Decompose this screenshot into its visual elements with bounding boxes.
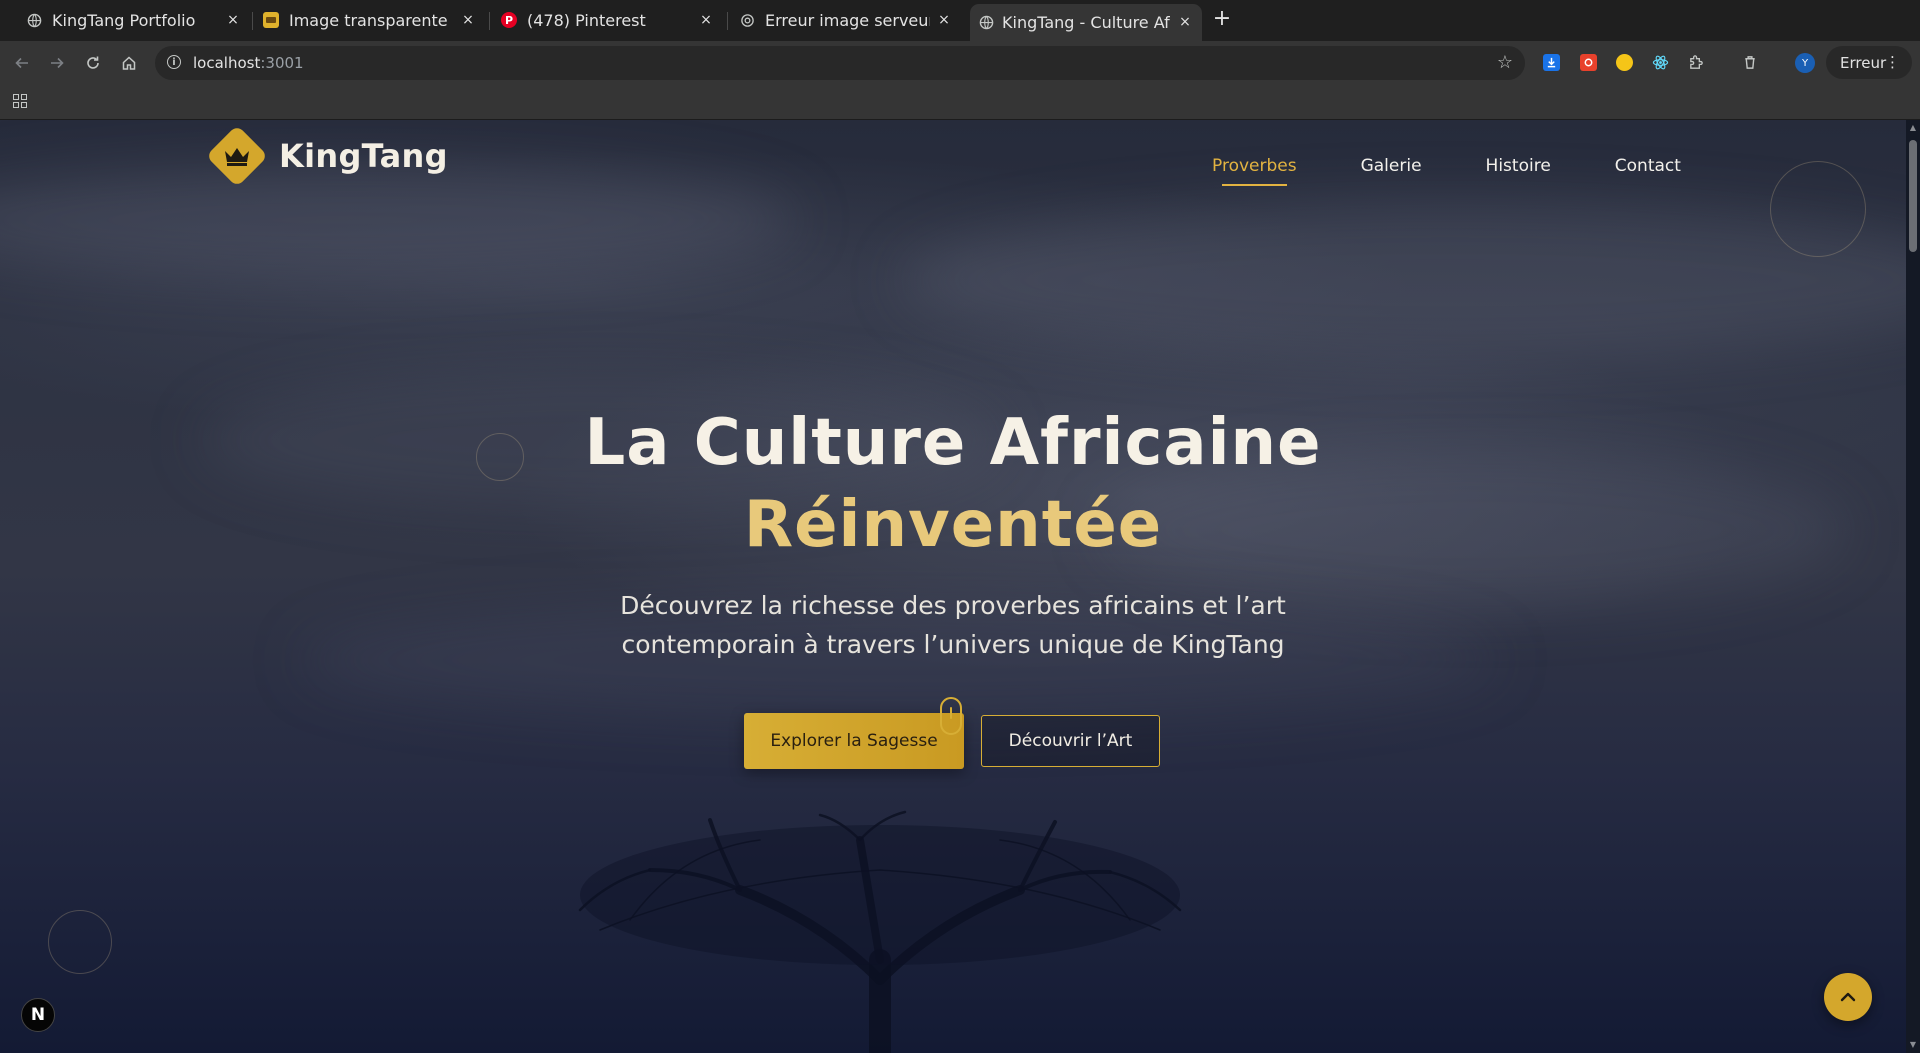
openai-icon [739,12,755,28]
scroll-indicator-icon [940,697,962,735]
brand-name: KingTang [279,137,448,175]
cloud-shape [900,200,1906,360]
nav-link-galerie[interactable]: Galerie [1361,156,1422,176]
close-icon[interactable]: × [224,11,242,29]
back-arrow-icon[interactable] [10,51,34,75]
tab-strip: KingTang Portfolio × Image transparente … [0,0,1920,41]
scroll-up-arrow-icon[interactable]: ▲ [1908,123,1918,133]
extensions-puzzle-icon[interactable] [1688,54,1705,71]
hero-title: La Culture Africaine [584,406,1322,480]
new-tab-button[interactable]: + [1211,8,1233,30]
close-icon[interactable]: × [1176,13,1194,31]
tab-kingtang-culture[interactable]: KingTang - Culture Afri × [970,4,1202,41]
bookmark-star-icon[interactable]: ☆ [1497,52,1513,73]
browser-toolbar: i localhost:3001 ☆ Y Erreur ⋮ [0,41,1920,84]
profile-avatar[interactable]: Y [1795,53,1815,73]
tab-separator [252,12,253,30]
site-nav: Proverbes Galerie Histoire Contact [1212,156,1745,186]
url-port: :3001 [260,54,304,72]
crown-icon [225,148,249,166]
logo-diamond [205,124,269,188]
tab-title: Image transparente : I [289,11,454,30]
nav-link-proverbes[interactable]: Proverbes [1212,156,1297,186]
decorative-ring [48,910,112,974]
scrollbar-thumb[interactable] [1909,140,1917,252]
react-devtools-icon[interactable] [1652,54,1669,71]
baobab-tree-silhouette [578,810,1182,1053]
apps-grid-icon[interactable] [13,94,27,108]
nav-link-histoire[interactable]: Histoire [1486,156,1551,176]
tab-erreur-image-serveur[interactable]: Erreur image serveur × [739,4,953,37]
discover-art-button[interactable]: Découvrir l’Art [981,715,1160,767]
tab-separator [489,12,490,30]
download-extension-icon[interactable] [1543,54,1560,71]
home-icon[interactable] [117,51,141,75]
close-icon[interactable]: × [935,11,953,29]
tab-title: KingTang Portfolio [52,11,196,30]
trash-icon[interactable] [1741,54,1758,71]
address-bar[interactable]: i localhost:3001 ☆ [155,46,1525,80]
explore-wisdom-button[interactable]: Explorer la Sagesse [744,713,964,769]
hero-title-accent: Réinventée [743,488,1163,562]
page-scrollbar[interactable]: ▲ ▼ [1906,120,1920,1053]
tab-title: Erreur image serveur [765,11,930,30]
tab-kingtang-portfolio[interactable]: KingTang Portfolio × [26,4,242,37]
scroll-down-arrow-icon[interactable]: ▼ [1908,1040,1918,1050]
ublock-extension-icon[interactable] [1580,54,1597,71]
site-logo[interactable]: KingTang [205,124,448,188]
tab-image-transparente[interactable]: Image transparente : I × [263,4,477,37]
bookmarks-bar [0,84,1920,120]
reload-icon[interactable] [81,51,105,75]
chevron-up-icon [1840,992,1856,1002]
site-favicon-icon [263,12,279,28]
pinterest-icon: P [501,12,517,28]
error-label: Erreur [1840,53,1887,72]
cloud-shape [0,160,800,280]
close-icon[interactable]: × [459,11,477,29]
tab-separator [727,12,728,30]
close-icon[interactable]: × [697,11,715,29]
tab-title: KingTang - Culture Afri [1002,13,1170,32]
kebab-menu-icon[interactable]: ⋮ [1885,53,1900,71]
page-viewport: KingTang Proverbes Galerie Histoire Cont… [0,120,1906,1053]
decorative-ring [1770,161,1866,257]
scroll-to-top-button[interactable] [1824,973,1872,1021]
hero-subtitle: Découvrez la richesse des proverbes afri… [620,591,1286,659]
scroll-wheel [950,707,952,719]
url-host: localhost [193,54,261,72]
nav-link-contact[interactable]: Contact [1615,156,1681,176]
yellow-extension-icon[interactable] [1616,54,1633,71]
error-status-button[interactable]: Erreur ⋮ [1826,46,1912,79]
forward-arrow-icon[interactable] [45,51,69,75]
nextjs-dev-badge[interactable]: N [21,998,55,1032]
globe-icon [978,14,994,30]
site-info-icon[interactable]: i [167,55,181,69]
tab-pinterest[interactable]: P (478) Pinterest × [501,4,715,37]
globe-icon [26,12,42,28]
tab-title: (478) Pinterest [527,11,646,30]
url-text: localhost:3001 [193,54,304,72]
